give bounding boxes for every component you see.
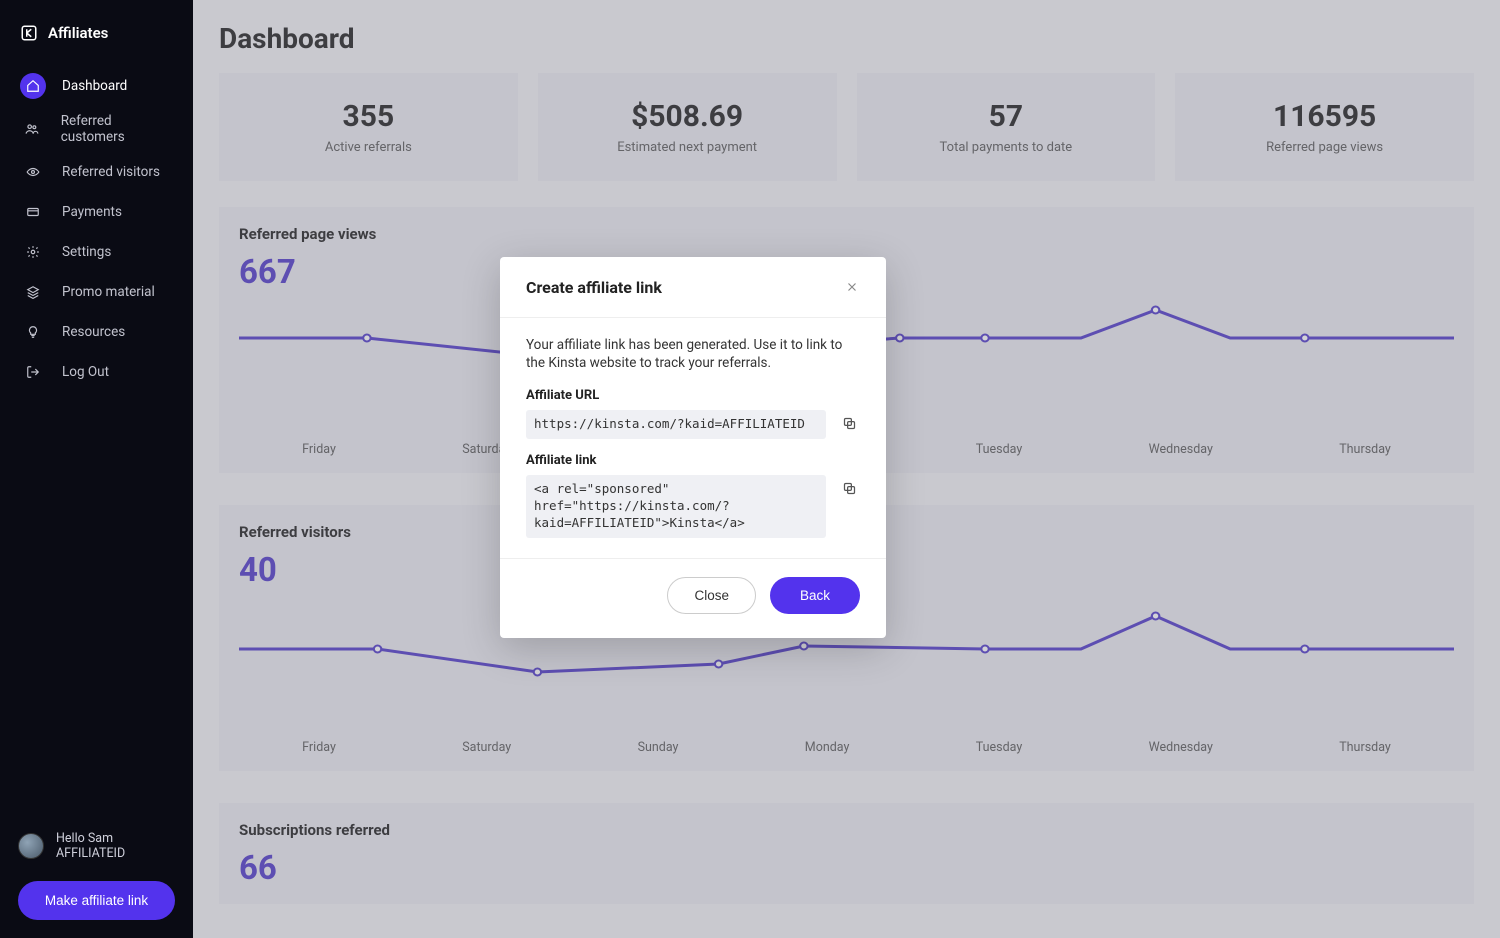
sidebar-item-logout[interactable]: Log Out	[0, 352, 193, 392]
card-icon	[20, 199, 46, 225]
sidebar-item-label: Referred customers	[61, 113, 173, 145]
affiliate-url-value[interactable]: https://kinsta.com/?kaid=AFFILIATEID	[526, 410, 826, 439]
modal-title: Create affiliate link	[526, 278, 662, 297]
sidebar-item-label: Promo material	[62, 284, 155, 300]
brand-logo-icon	[20, 24, 38, 42]
sidebar-item-label: Referred visitors	[62, 164, 160, 180]
user-id: AFFILIATEID	[56, 846, 125, 861]
make-affiliate-link-button[interactable]: Make affiliate link	[18, 881, 175, 920]
sidebar-item-payments[interactable]: Payments	[0, 192, 193, 232]
brand-label: Affiliates	[48, 24, 108, 42]
avatar	[18, 833, 44, 859]
layers-icon	[20, 279, 46, 305]
logout-icon	[20, 359, 46, 385]
copy-link-button[interactable]	[838, 477, 860, 499]
sidebar-item-settings[interactable]: Settings	[0, 232, 193, 272]
user-block[interactable]: Hello Sam AFFILIATEID	[0, 821, 193, 871]
affiliate-url-label: Affiliate URL	[526, 388, 860, 403]
home-icon	[20, 73, 46, 99]
back-button[interactable]: Back	[770, 577, 860, 614]
user-greeting: Hello Sam	[56, 831, 125, 846]
modal-description: Your affiliate link has been generated. …	[526, 336, 860, 372]
sidebar-item-visitors[interactable]: Referred visitors	[0, 152, 193, 192]
sidebar-item-customers[interactable]: Referred customers	[0, 106, 193, 152]
close-icon[interactable]	[842, 277, 862, 297]
sidebar-item-resources[interactable]: Resources	[0, 312, 193, 352]
users-icon	[20, 116, 45, 142]
create-affiliate-link-modal: Create affiliate link Your affiliate lin…	[500, 257, 886, 638]
sidebar-item-label: Payments	[62, 204, 122, 220]
sidebar: Affiliates Dashboard Referred customers …	[0, 0, 193, 938]
affiliate-link-label: Affiliate link	[526, 453, 860, 468]
sidebar-item-label: Resources	[62, 324, 125, 340]
sidebar-item-label: Dashboard	[62, 78, 127, 94]
sidebar-item-label: Settings	[62, 244, 111, 260]
bulb-icon	[20, 319, 46, 345]
brand: Affiliates	[0, 14, 193, 60]
close-button[interactable]: Close	[667, 577, 756, 614]
affiliate-link-value[interactable]: <a rel="sponsored" href="https://kinsta.…	[526, 475, 826, 538]
sidebar-item-label: Log Out	[62, 364, 109, 380]
eye-icon	[20, 159, 46, 185]
sidebar-item-promo[interactable]: Promo material	[0, 272, 193, 312]
gear-icon	[20, 239, 46, 265]
nav: Dashboard Referred customers Referred vi…	[0, 60, 193, 392]
sidebar-item-dashboard[interactable]: Dashboard	[0, 66, 193, 106]
copy-url-button[interactable]	[838, 412, 860, 434]
